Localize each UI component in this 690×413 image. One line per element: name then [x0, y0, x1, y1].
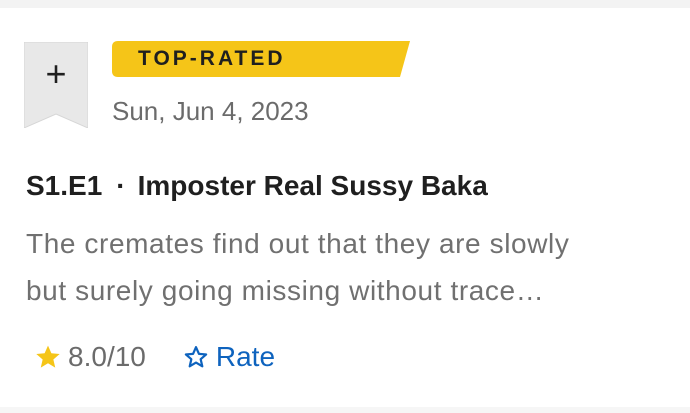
rate-label: Rate [215, 341, 276, 372]
star-filled-icon [34, 343, 62, 371]
episode-plot: The cremates find out that they are slow… [26, 220, 676, 314]
rating-max: /10 [106, 341, 146, 372]
separator-dot: · [116, 170, 126, 201]
episode-title-link[interactable]: Imposter Real Sussy Baka [138, 170, 488, 201]
air-date: Sun, Jun 4, 2023 [112, 96, 309, 126]
episode-card: + TOP-RATED Sun, Jun 4, 2023 S1.E1 · Impos… [0, 8, 690, 413]
rate-button[interactable]: Rate [182, 341, 275, 373]
badge-label: TOP-RATED [138, 47, 286, 70]
plus-icon: + [45, 53, 67, 94]
top-divider [0, 0, 690, 8]
top-rated-badge: TOP-RATED [112, 41, 412, 77]
rating-value: 8.0/10 [68, 341, 146, 373]
plot-line: The cremates find out that they are slow… [26, 228, 570, 259]
rating-score: 8.0 [68, 341, 107, 372]
episode-number: S1.E1 [26, 170, 103, 201]
episode-heading: S1.E1 · Imposter Real Sussy Baka [26, 170, 488, 202]
bottom-divider [0, 407, 690, 413]
watchlist-ribbon-button[interactable]: + [24, 42, 88, 128]
rating-row: 8.0/10 Rate [34, 340, 275, 374]
plot-line: but surely going missing without trace… [26, 275, 545, 306]
star-outline-icon [182, 343, 210, 371]
